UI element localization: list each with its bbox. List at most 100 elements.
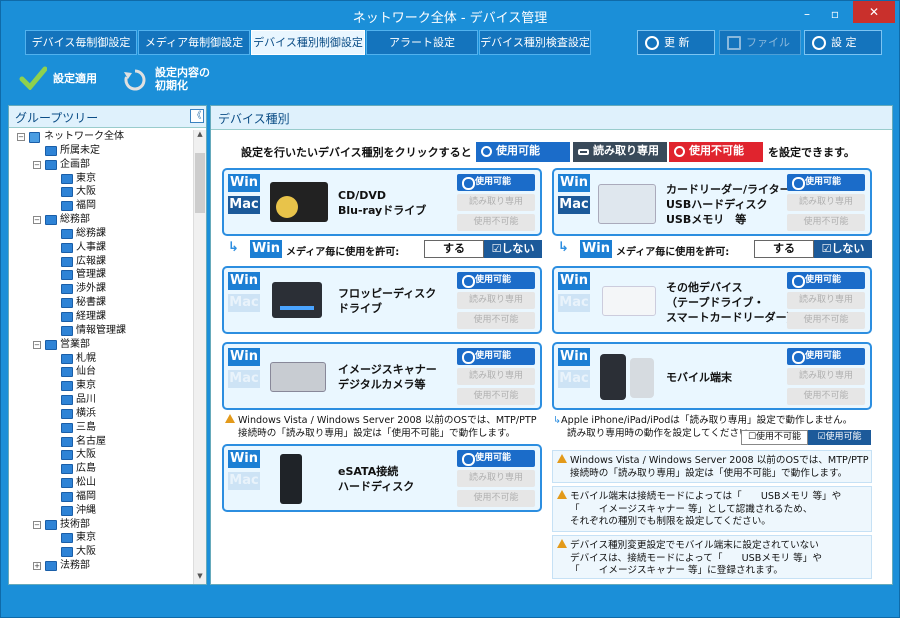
minimize-button[interactable]: – [793, 3, 821, 25]
info-box-mtp-line1: Windows Vista / Windows Server 2008 以前のO… [570, 455, 869, 466]
tree-node[interactable]: − 営業部 [9, 338, 194, 352]
option-unusable[interactable]: 使用不可能 [457, 490, 535, 507]
scroll-up-arrow-icon[interactable]: ▲ [194, 130, 206, 142]
tree-node[interactable]: 大阪 [9, 185, 194, 199]
option-unusable[interactable]: 使用不可能 [787, 214, 865, 231]
option-readonly[interactable]: 読み取り専用 [457, 292, 535, 309]
option-usable[interactable]: 使用可能 [457, 348, 535, 365]
tree-node[interactable]: 福岡 [9, 199, 194, 213]
media-allow-no-button[interactable]: ☑しない [484, 240, 542, 258]
device-card-esata[interactable]: Win Mac eSATA接続 ハードディスク 使用可能 読み取り専用 使用不可能 [222, 444, 542, 512]
card-label-line2: （テープドライブ・ [666, 296, 765, 309]
card-label-line2: ドライブ [338, 302, 382, 315]
option-readonly[interactable]: 読み取り専用 [787, 194, 865, 211]
tree-node[interactable]: 管理課 [9, 268, 194, 282]
reset-settings-button[interactable]: 設定内容の 初期化 [119, 60, 223, 98]
collapse-panel-button[interactable]: 《 [190, 109, 204, 123]
expand-icon[interactable]: + [33, 562, 41, 571]
tree-node[interactable]: − 企画部 [9, 158, 194, 172]
device-card-cd-dvd[interactable]: Win Mac CD/DVD Blu-rayドライブ 使用可能 読み取り専用 使用… [222, 168, 542, 236]
option-readonly[interactable]: 読み取り専用 [787, 368, 865, 385]
option-usable[interactable]: 使用可能 [787, 174, 865, 191]
cd-drive-icon [270, 182, 328, 222]
tree-node[interactable]: 人事課 [9, 241, 194, 255]
device-card-floppy[interactable]: Win Mac フロッピーディスク ドライブ 使用可能 読み取り専用 使用不可能 [222, 266, 542, 334]
apple-option-unusable[interactable]: ☐使用不可能 [741, 430, 808, 445]
option-readonly[interactable]: 読み取り専用 [457, 368, 535, 385]
settings-button[interactable]: 設 定 [804, 30, 882, 55]
scroll-down-arrow-icon[interactable]: ▼ [194, 572, 206, 584]
media-allow-yes-button[interactable]: する [424, 240, 484, 258]
option-usable[interactable]: 使用可能 [457, 272, 535, 289]
tree-node[interactable]: 秘書課 [9, 296, 194, 310]
scroll-thumb[interactable] [195, 153, 205, 213]
device-card-card-reader[interactable]: Win Mac カードリーダー/ライター USBハードディスク USBメモリ 等 使… [552, 168, 872, 236]
tab-device-type-control[interactable]: デバイス種別制御設定 [251, 30, 365, 55]
tree-node[interactable]: 東京 [9, 531, 194, 545]
tree-node[interactable]: 福岡 [9, 490, 194, 504]
device-card-mobile[interactable]: Win Mac モバイル端末 使用可能 読み取り専用 使用不可能 [552, 342, 872, 410]
tab-media-control[interactable]: メディア毎制御設定 [138, 30, 250, 55]
restore-button[interactable]: ▫ [821, 3, 849, 25]
tree-node[interactable]: + 法務部 [9, 559, 194, 573]
tree-node[interactable]: 東京 [9, 172, 194, 186]
tree-node[interactable]: 品川 [9, 393, 194, 407]
tab-device-control[interactable]: デバイス毎制御設定 [25, 30, 137, 55]
media-allow-no-button[interactable]: ☑しない [814, 240, 872, 258]
apple-option-usable[interactable]: ☑使用可能 [808, 430, 871, 445]
tree-node[interactable]: 大阪 [9, 448, 194, 462]
tree-node[interactable]: 東京 [9, 379, 194, 393]
option-unusable[interactable]: 使用不可能 [457, 388, 535, 405]
mac-badge: Mac [228, 472, 260, 490]
tree-node[interactable]: 情報管理課 [9, 324, 194, 338]
warning-icon [557, 454, 567, 463]
apply-settings-button[interactable]: 設定適用 [17, 60, 103, 98]
option-usable[interactable]: 使用可能 [787, 272, 865, 289]
option-unusable[interactable]: 使用不可能 [787, 312, 865, 329]
option-unusable[interactable]: 使用不可能 [457, 312, 535, 329]
file-button[interactable]: ファイル [719, 30, 801, 55]
collapse-icon[interactable]: − [17, 133, 25, 141]
collapse-icon[interactable]: − [33, 520, 41, 529]
tree-node[interactable]: 名古屋 [9, 435, 194, 449]
tree-node[interactable]: − 技術部 [9, 518, 194, 532]
tree-node[interactable]: 札幌 [9, 352, 194, 366]
tree-scrollbar[interactable]: ▲ ▼ [193, 130, 206, 584]
close-button[interactable]: ✕ [853, 1, 895, 23]
collapse-icon[interactable]: − [33, 160, 41, 169]
tree-node-label: 名古屋 [76, 435, 106, 447]
option-unusable[interactable]: 使用不可能 [787, 388, 865, 405]
collapse-icon[interactable]: − [33, 340, 41, 349]
tree-node[interactable]: 沖縄 [9, 504, 194, 518]
option-readonly[interactable]: 読み取り専用 [787, 292, 865, 309]
tree-node[interactable]: 広島 [9, 462, 194, 476]
tab-alert-settings[interactable]: アラート設定 [366, 30, 478, 55]
refresh-button[interactable]: 更 新 [637, 30, 715, 55]
option-usable[interactable]: 使用可能 [787, 348, 865, 365]
tree-node[interactable]: 横浜 [9, 407, 194, 421]
collapse-icon[interactable]: − [33, 216, 41, 225]
device-card-other[interactable]: Win Mac その他デバイス （テープドライブ・ スマートカードリーダー） 使用可… [552, 266, 872, 334]
tree-node-label: 管理課 [76, 269, 106, 281]
option-unusable[interactable]: 使用不可能 [457, 214, 535, 231]
option-usable[interactable]: 使用可能 [457, 450, 535, 467]
tree-node[interactable]: 三島 [9, 421, 194, 435]
tree-node[interactable]: 松山 [9, 476, 194, 490]
tree-node[interactable]: − ネットワーク全体 [9, 130, 194, 144]
tree-node[interactable]: 渉外課 [9, 282, 194, 296]
tree-node[interactable]: 所属未定 [9, 144, 194, 158]
option-readonly[interactable]: 読み取り専用 [457, 194, 535, 211]
group-icon [61, 478, 73, 489]
tree-node[interactable]: 経理課 [9, 310, 194, 324]
tree-node[interactable]: 広報課 [9, 255, 194, 269]
tree-node[interactable]: 総務課 [9, 227, 194, 241]
media-allow-yes-button[interactable]: する [754, 240, 814, 258]
tree-node[interactable]: 仙台 [9, 365, 194, 379]
option-readonly[interactable]: 読み取り専用 [457, 470, 535, 487]
option-usable[interactable]: 使用可能 [457, 174, 535, 191]
device-card-scanner[interactable]: Win Mac イメージスキャナー デジタルカメラ等 使用可能 読み取り専用 使用… [222, 342, 542, 410]
tree-node[interactable]: − 総務部 [9, 213, 194, 227]
tree-node-label: 東京 [76, 172, 96, 184]
tab-device-type-inspection[interactable]: デバイス種別検査設定 [479, 30, 591, 55]
tree-node[interactable]: 大阪 [9, 545, 194, 559]
